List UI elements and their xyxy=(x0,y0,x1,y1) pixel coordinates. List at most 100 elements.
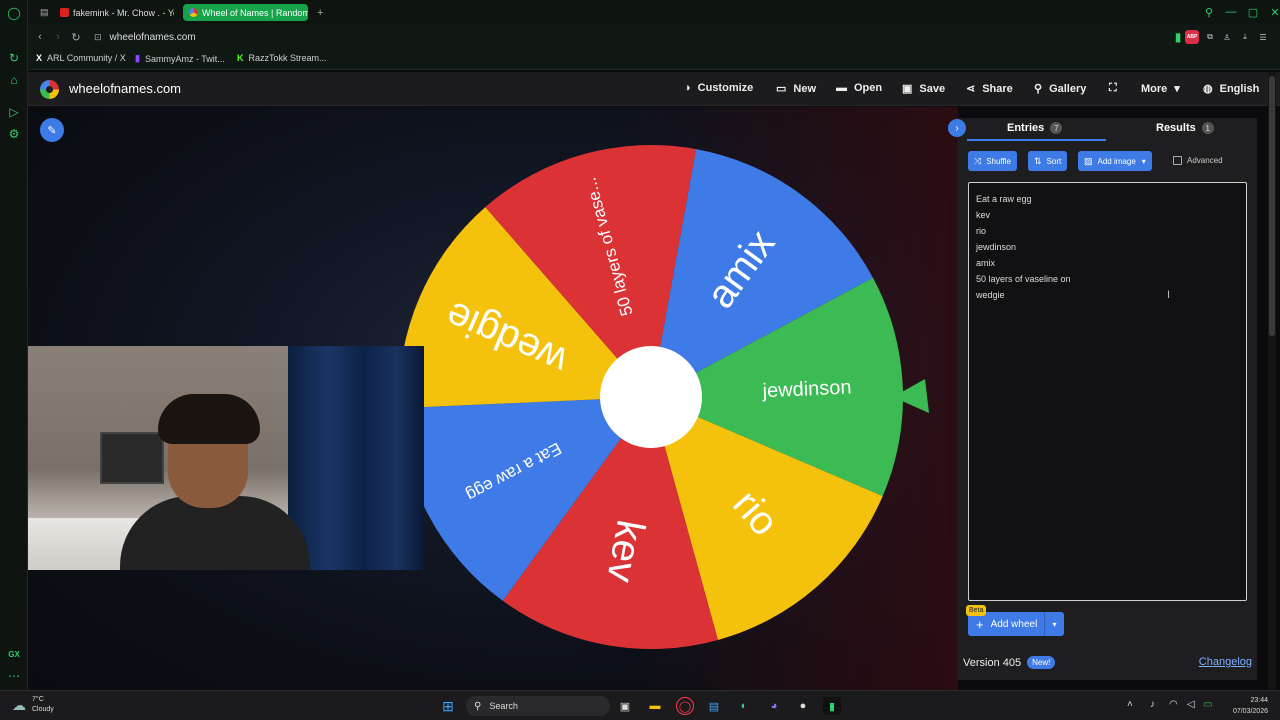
language-button[interactable]: ◍ English xyxy=(1203,82,1259,96)
search-tabs-icon[interactable]: ⚲ xyxy=(1202,5,1216,19)
fullscreen-button[interactable]: ⛶ xyxy=(1109,82,1124,95)
bookmark-item[interactable]: X ARL Community / X xyxy=(36,53,126,63)
site-name[interactable]: wheelofnames.com xyxy=(69,81,181,96)
volume-icon[interactable]: ◁ xyxy=(1187,699,1195,710)
chevron-down-icon: ▾ xyxy=(1174,83,1180,95)
sort-label: Sort xyxy=(1046,156,1062,166)
new-tab-button[interactable]: + xyxy=(311,4,327,21)
add-wheel-dropdown[interactable]: ▾ xyxy=(1044,612,1064,636)
folder-icon: ▬ xyxy=(836,82,847,94)
bookmarks-bar: X ARL Community / X ▮ SammyAmz - Twit...… xyxy=(28,50,1280,70)
tab-wheel-of-names[interactable]: Wheel of Names | Random xyxy=(183,4,308,21)
download-icon[interactable]: ⤓ xyxy=(1238,30,1252,44)
checkbox-box[interactable] xyxy=(1173,156,1182,165)
share-button[interactable]: ⋖ Share xyxy=(966,82,1013,96)
weather-temp: 7°C xyxy=(32,696,44,703)
changelog-link[interactable]: Changelog xyxy=(1199,656,1252,668)
windows-start-icon[interactable]: ⊞ xyxy=(439,697,457,715)
discord-icon[interactable]: ◕ xyxy=(765,697,783,715)
tab-results[interactable]: Results 1 xyxy=(1156,122,1214,134)
settings-gear-icon[interactable]: ⚙ xyxy=(6,126,22,142)
microphone-icon[interactable]: ♪ xyxy=(1150,699,1155,710)
tab-youtube[interactable]: fakemink - Mr. Chow . - Yo xyxy=(54,4,174,21)
extensions-icon[interactable]: ⧉ xyxy=(1203,30,1217,44)
minimize-icon[interactable]: — xyxy=(1224,5,1238,19)
back-icon[interactable]: ‹ xyxy=(32,29,48,45)
tab-entries[interactable]: Entries 7 xyxy=(1007,122,1063,134)
shuffle-label: Shuffle xyxy=(986,156,1011,166)
bookmark-label: RazzTokk Stream... xyxy=(248,53,327,63)
scrollbar-thumb[interactable] xyxy=(1269,76,1275,336)
bookmark-item[interactable]: K RazzTokk Stream... xyxy=(237,53,327,63)
sort-button[interactable]: ⇅ Sort xyxy=(1028,151,1068,171)
more-dots-icon[interactable]: ⋯ xyxy=(6,668,22,684)
add-image-label: Add image xyxy=(1097,156,1136,166)
browser-window: ◯ ↻ ⌂ ▷ ⚙ GX ⋯ ▤ fakemink - Mr. Chow . -… xyxy=(0,0,1280,692)
gallery-button[interactable]: ⚲ Gallery xyxy=(1034,82,1086,96)
address-bar[interactable]: ⊡ wheelofnames.com xyxy=(86,28,1166,46)
forward-icon[interactable]: › xyxy=(50,29,66,45)
edit-pencil-button[interactable]: ✎ xyxy=(40,118,64,142)
profile-icon[interactable]: ♙ xyxy=(1220,30,1234,44)
new-button[interactable]: ▭ New xyxy=(776,82,816,96)
entry-line: rio xyxy=(976,226,987,236)
maximize-icon[interactable]: ▢ xyxy=(1246,5,1260,19)
history-icon[interactable]: ↻ xyxy=(6,50,22,66)
entries-textarea[interactable]: Eat a raw egg kev rio jewdinson amix 50 … xyxy=(968,182,1247,601)
bookmark-item[interactable]: ▮ SammyAmz - Twit... xyxy=(135,53,225,64)
obs-icon[interactable]: ▮ xyxy=(823,697,841,715)
store-icon[interactable]: ▤ xyxy=(705,697,723,715)
wheel-favicon-icon xyxy=(189,8,198,17)
adblock-icon[interactable]: ABP xyxy=(1185,30,1199,44)
image-icon: ▨ xyxy=(1084,155,1093,166)
open-label: Open xyxy=(854,82,883,94)
youtube-icon xyxy=(60,8,69,17)
tab-label: Wheel of Names | Random xyxy=(202,7,308,18)
cloud-icon: ☁ xyxy=(12,696,26,713)
close-window-icon[interactable]: ✕ xyxy=(1268,5,1280,19)
player-icon[interactable]: ▷ xyxy=(6,104,22,120)
chevron-down-icon: ▾ xyxy=(1052,619,1057,629)
collapse-panel-button[interactable]: › xyxy=(948,119,966,137)
entry-line: 50 layers of vaseline on xyxy=(976,274,1071,284)
task-view-icon[interactable]: ▣ xyxy=(616,697,634,715)
more-button[interactable]: More ▾ xyxy=(1141,82,1180,96)
entry-line: jewdinson xyxy=(976,242,1017,252)
workspace-icon[interactable]: ▤ xyxy=(34,4,52,21)
gx-icon[interactable]: GX xyxy=(6,646,22,662)
battery-icon[interactable]: ▭ xyxy=(1203,699,1212,710)
text-cursor-icon: I xyxy=(1167,289,1171,301)
clock[interactable]: 23:44 07/03/2026 xyxy=(1233,695,1268,717)
wheelofnames-logo[interactable] xyxy=(40,80,59,99)
taskbar-search[interactable]: ⚲ Search xyxy=(466,696,610,716)
easy-setup-icon[interactable]: ▮ xyxy=(1171,30,1185,44)
save-button[interactable]: ▣ Save xyxy=(902,82,946,96)
opera-logo-icon[interactable]: ◯ xyxy=(6,5,22,21)
bookmark-label: ARL Community / X xyxy=(47,53,126,63)
browser-side-rail: ◯ ↻ ⌂ ▷ ⚙ GX ⋯ xyxy=(0,0,28,690)
weather-widget[interactable]: ☁ 7°C Cloudy xyxy=(12,695,54,715)
add-image-button[interactable]: ▨ Add image ▾ xyxy=(1078,151,1152,171)
menu-icon[interactable]: ☰ xyxy=(1256,30,1270,44)
opera-gx-icon[interactable]: ◯ xyxy=(676,697,694,715)
tray-chevron-icon[interactable]: ˄ xyxy=(1127,699,1133,710)
wifi-icon[interactable]: ◠ xyxy=(1169,699,1178,710)
shuffle-icon: ⤨ xyxy=(974,155,982,166)
clock-date: 07/03/2026 xyxy=(1232,708,1268,715)
wheel-center-button[interactable] xyxy=(600,346,702,448)
page-scrollbar[interactable] xyxy=(1268,72,1276,692)
palette-icon: ◑ xyxy=(684,82,691,94)
open-button[interactable]: ▬ Open xyxy=(836,82,882,94)
advanced-checkbox[interactable]: Advanced xyxy=(1173,156,1223,165)
steam-icon[interactable]: ● xyxy=(794,697,812,715)
shuffle-button[interactable]: ⤨ Shuffle xyxy=(968,151,1017,171)
results-tab-label: Results xyxy=(1156,122,1196,134)
results-count-badge: 1 xyxy=(1201,122,1214,134)
reload-icon[interactable]: ↻ xyxy=(68,29,84,45)
file-explorer-icon[interactable]: ▬ xyxy=(646,697,664,715)
customize-button[interactable]: ◑ Customize xyxy=(684,82,753,94)
save-label: Save xyxy=(919,82,946,95)
add-wheel-main[interactable]: + Add wheel xyxy=(968,617,1044,632)
shop-icon[interactable]: ⌂ xyxy=(6,72,22,88)
edge-icon[interactable]: ◐ xyxy=(735,697,753,715)
